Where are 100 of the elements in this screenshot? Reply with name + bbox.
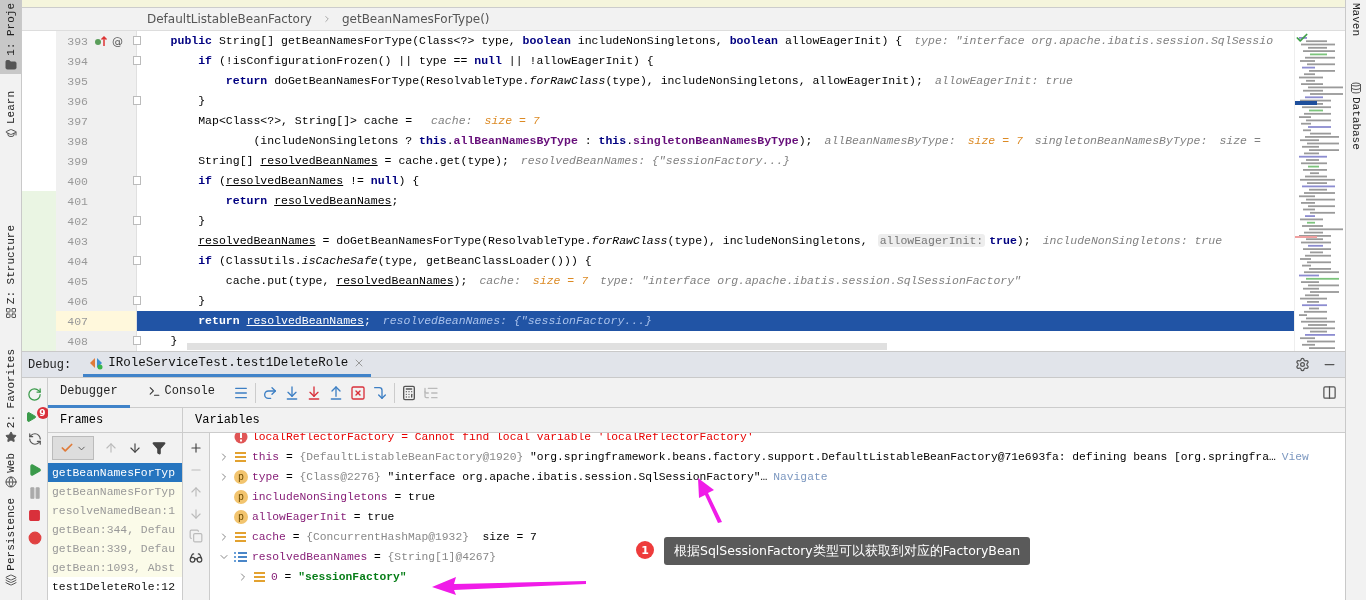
count-badge: 9 — [36, 407, 49, 419]
line-number: 397 — [66, 114, 88, 128]
array-icon — [234, 551, 248, 563]
fold-marker[interactable] — [133, 96, 141, 105]
tool-window-tab[interactable]: Web — [0, 450, 21, 492]
graduation-cap-icon — [4, 126, 17, 139]
terminal-icon — [147, 384, 161, 398]
tool-window-tab[interactable]: Maven — [1346, 0, 1366, 39]
code-line: } — [197, 94, 206, 107]
variable-text: includeNonSingletons = true — [252, 491, 436, 503]
code-line: if (ClassUtils.isCacheSafe(type, getBeanClassLoader())) { — [197, 254, 592, 267]
code-line: cache.put(type, resolvedBeanNames); cache: size = 7 type: "interface org.apache.ibatis.session.SqlSessionFactory" — [224, 274, 1021, 287]
line-number: 402 — [66, 214, 88, 228]
tool-window-tab[interactable]: Learn — [0, 87, 21, 142]
folder-icon — [4, 58, 17, 71]
line-number: 408 — [66, 334, 88, 348]
parameter-icon: p — [234, 470, 248, 484]
fold-marker[interactable] — [133, 216, 141, 225]
stack-frame[interactable]: getBeanNamesForTyp — [48, 463, 182, 482]
code-line: public String[] getBeanNamesForType(Class<?> type, boolean includeNonSingletons, boolean allowEagerInit) { type: "interface org.apache.ibatis.session.SqlSessio — [169, 34, 1274, 47]
tool-window-tab[interactable]: Persistence — [0, 495, 21, 589]
filter-icon[interactable] — [152, 441, 166, 455]
tab[interactable]: Console — [135, 377, 228, 408]
pane-title: Variables — [183, 408, 1345, 433]
variable-text: allowEagerInit = true — [252, 511, 395, 523]
calculator-icon[interactable] — [401, 384, 418, 401]
override-icon[interactable] — [94, 34, 108, 48]
run-to-cursor-icon[interactable] — [372, 384, 389, 401]
code-line: return resolvedBeanNames; resolvedBeanNames: {"sessionFactory...} — [197, 314, 652, 327]
parameter-icon: p — [234, 490, 248, 504]
play-icon[interactable] — [27, 463, 42, 477]
structure-icon — [4, 307, 17, 320]
glasses-icon[interactable] — [189, 551, 203, 565]
step-marker: 1 — [636, 541, 654, 559]
globe-icon — [4, 476, 17, 489]
variable-text: type = {Class@2276} "interface org.apache.ibatis.session.SqlSessionFactory"… — [252, 471, 768, 483]
breadcrumb-item[interactable]: getBeanNamesForType() — [341, 12, 490, 26]
error-icon — [234, 433, 248, 444]
layers-icon — [4, 573, 17, 586]
tool-window-tab[interactable]: Database — [1346, 79, 1366, 153]
panel-title: Debug: — [28, 357, 72, 372]
database-icon — [1350, 82, 1362, 94]
resume-icon[interactable] — [24, 411, 37, 423]
thread-dropdown[interactable] — [52, 436, 94, 460]
line-number: 405 — [66, 274, 88, 288]
code-line: } — [197, 294, 206, 307]
tool-window-tab[interactable]: 1: Proje — [0, 0, 21, 74]
step-over-icon[interactable] — [262, 384, 279, 401]
refresh-icon[interactable] — [27, 432, 42, 446]
code-line: resolvedBeanNames = doGetBeanNamesForType(ResolvableType.forRawClass(type), includeNonSingletons, allowEagerInit: true); includeNonSingletons: true — [197, 234, 1223, 247]
star-icon — [4, 431, 17, 444]
check-icon — [1295, 31, 1309, 45]
parameter-icon: p — [234, 510, 248, 524]
field-icon — [234, 451, 248, 463]
line-number: 399 — [66, 154, 88, 168]
line-number: 400 — [66, 174, 88, 188]
breakpoints-icon[interactable] — [27, 531, 42, 545]
fold-marker[interactable] — [133, 256, 141, 265]
pane-title: Frames — [48, 408, 182, 433]
rerun-icon[interactable] — [27, 387, 42, 402]
check-icon — [59, 441, 74, 455]
line-number: 403 — [66, 234, 88, 248]
line-number: 398 — [66, 134, 88, 148]
add-icon[interactable] — [189, 441, 203, 455]
code-line: Map<Class<?>, String[]> cache = cache: size = 7 — [197, 114, 540, 127]
line-number: 394 — [66, 54, 88, 68]
field-icon — [253, 571, 267, 583]
code-line: if (!isConfigurationFrozen() || type == null || !allowEagerInit) { — [197, 54, 654, 67]
layout-icon[interactable] — [1322, 385, 1337, 400]
horizontal-scrollbar[interactable] — [187, 343, 887, 350]
tool-window-tab[interactable]: Z: Structure — [0, 221, 21, 323]
code-line: } — [169, 334, 178, 347]
variable-text: resolvedBeanNames = {String[1]@4267} — [252, 551, 498, 563]
line-number: 395 — [66, 74, 88, 88]
tool-window-tab[interactable]: 2: Favorites — [0, 346, 21, 447]
fold-marker[interactable] — [133, 296, 141, 305]
settings-icon[interactable] — [1295, 357, 1310, 372]
line-number: 407 — [66, 314, 88, 328]
fold-marker[interactable] — [133, 56, 141, 65]
code-line: return resolvedBeanNames; — [224, 194, 399, 207]
annotation-mark[interactable]: @ — [112, 34, 123, 48]
pause-icon[interactable] — [27, 486, 42, 500]
fold-marker[interactable] — [133, 176, 141, 185]
line-number: 396 — [66, 94, 88, 108]
stop-icon[interactable] — [28, 509, 41, 522]
line-number: 404 — [66, 254, 88, 268]
line-number: 406 — [66, 294, 88, 308]
variable-text: cache = {ConcurrentHashMap@1932} size = 7 — [252, 531, 537, 543]
breadcrumb-item[interactable]: DefaultListableBeanFactory — [147, 12, 312, 26]
run-config-icon — [89, 356, 104, 370]
annotation-tooltip: 根据SqlSessionFactory类型可以获取到对应的FactoryBean — [664, 537, 1031, 565]
drop-frame-icon[interactable] — [350, 384, 367, 401]
code-line: return doGetBeanNamesForType(ResolvableType.forRawClass(type), includeNonSingletons, allowEagerInit); allowEagerInit: true — [224, 74, 1073, 87]
code-line: } — [197, 214, 206, 227]
line-number: 393 — [66, 34, 88, 48]
copy-icon[interactable] — [189, 529, 203, 543]
line-number: 401 — [66, 194, 88, 208]
fold-marker[interactable] — [133, 36, 141, 45]
fold-marker[interactable] — [133, 336, 141, 345]
code-line: String[] resolvedBeanNames = cache.get(type); resolvedBeanNames: {"sessionFactory...} — [197, 154, 790, 167]
